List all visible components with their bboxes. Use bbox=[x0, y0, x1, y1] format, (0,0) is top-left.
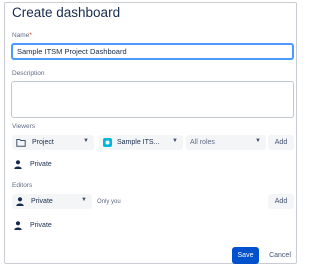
user-icon bbox=[16, 197, 24, 206]
chevron-down-icon: ▼ bbox=[83, 138, 89, 144]
folder-icon bbox=[16, 138, 26, 147]
chevron-down-icon: ▼ bbox=[172, 138, 178, 144]
chevron-down-icon: ▼ bbox=[81, 197, 87, 203]
viewers-add-button[interactable]: Add bbox=[268, 135, 294, 150]
dialog-title: Create dashboard bbox=[12, 5, 121, 20]
user-icon bbox=[14, 160, 22, 169]
viewers-type-select[interactable]: Project ▼ bbox=[12, 135, 94, 150]
editors-type-value: Private bbox=[31, 198, 53, 205]
user-icon bbox=[14, 221, 22, 230]
editors-add-button[interactable]: Add bbox=[268, 194, 294, 209]
chevron-down-icon: ▼ bbox=[255, 138, 261, 144]
viewers-project-value: Sample ITS... bbox=[117, 139, 160, 146]
viewers-type-value: Project bbox=[32, 139, 54, 146]
required-mark: * bbox=[29, 32, 32, 39]
description-label: Description bbox=[12, 70, 45, 77]
editors-label: Editors bbox=[12, 182, 33, 189]
editors-type-select[interactable]: Private ▼ bbox=[12, 194, 92, 209]
viewers-label: Viewers bbox=[12, 123, 36, 130]
viewer-entry-label: Private bbox=[30, 161, 52, 168]
viewers-project-select[interactable]: Sample ITS... ▼ bbox=[99, 135, 183, 150]
name-label-text: Name bbox=[12, 32, 30, 39]
name-label: Name* bbox=[12, 32, 32, 39]
editors-hint: Only you bbox=[97, 199, 121, 205]
editor-entry-label: Private bbox=[30, 222, 52, 229]
cancel-button[interactable]: Cancel bbox=[265, 247, 295, 264]
viewers-role-select[interactable]: All roles ▼ bbox=[186, 135, 266, 150]
project-icon bbox=[103, 138, 112, 147]
description-textarea[interactable] bbox=[11, 81, 294, 118]
name-input[interactable] bbox=[11, 43, 294, 60]
viewers-role-value: All roles bbox=[190, 139, 215, 146]
save-button[interactable]: Save bbox=[232, 247, 259, 264]
create-dashboard-dialog: Create dashboard Name* Description Viewe… bbox=[4, 2, 297, 264]
